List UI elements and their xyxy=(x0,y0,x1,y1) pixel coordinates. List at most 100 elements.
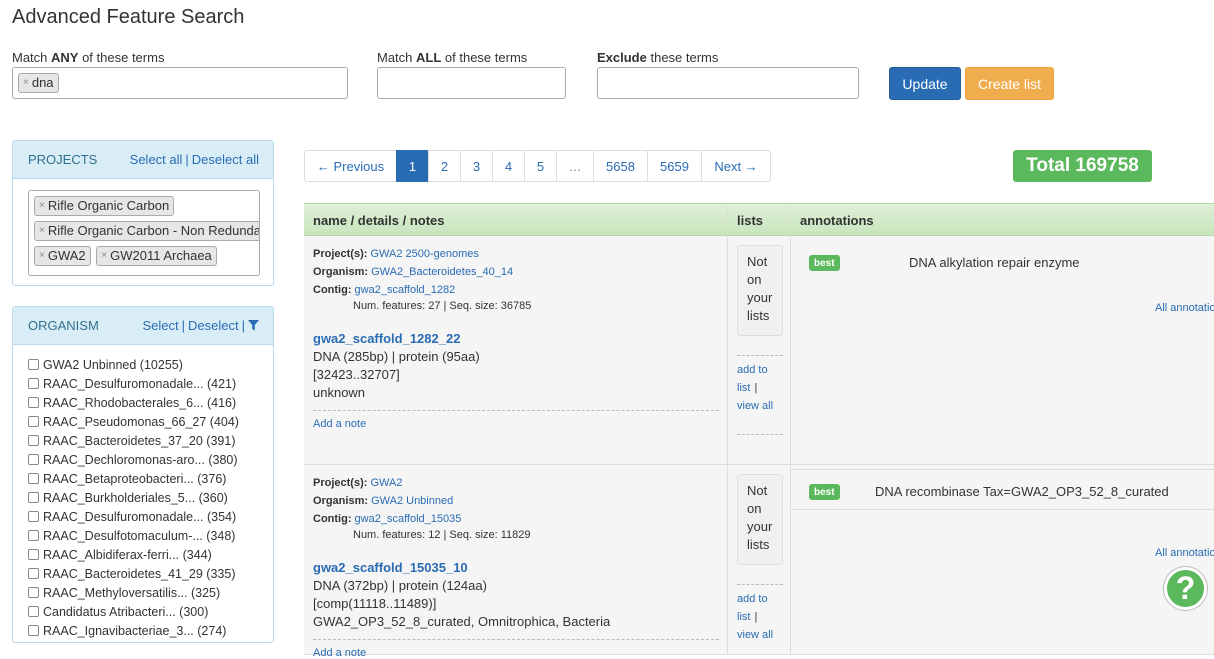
organism-panel-header: ORGANISM Select | Deselect | xyxy=(13,307,273,345)
tag-remove-icon[interactable]: × xyxy=(39,247,45,265)
table-row: Project(s): GWA2 2500-genomes Organism: … xyxy=(304,236,1214,465)
checkbox[interactable] xyxy=(28,473,39,484)
match-all-input[interactable] xyxy=(377,67,566,99)
feature-link[interactable]: gwa2_scaffold_1282_22 xyxy=(313,331,460,346)
organism-item[interactable]: RAAC_Desulfuromonadale... (421) xyxy=(28,374,268,393)
checkbox[interactable] xyxy=(28,492,39,503)
organism-item[interactable]: RAAC_Betaproteobacteri... (376) xyxy=(28,469,268,488)
help-button[interactable]: ? xyxy=(1164,567,1207,610)
best-badge: best xyxy=(809,484,840,500)
all-annotations-link[interactable]: All annotations xyxy=(1155,302,1214,314)
filter-icon[interactable] xyxy=(248,318,259,333)
organism-item[interactable]: Candidatus Atribacteri... (300) xyxy=(28,602,268,621)
annotation-text: DNA alkylation repair enzyme xyxy=(909,255,1080,270)
page-title: Advanced Feature Search xyxy=(12,6,245,28)
feature-link[interactable]: gwa2_scaffold_15035_10 xyxy=(313,560,468,575)
not-on-lists-badge: Not on your lists xyxy=(737,245,783,336)
pagination: ← Previous 1 2 3 4 5 … 5658 5659 Next → xyxy=(304,150,771,182)
organism-item[interactable]: RAAC_Burkholderiales_5... (360) xyxy=(28,488,268,507)
add-to-list-link[interactable]: add to xyxy=(737,593,768,605)
contig-info: Num. features: 12 | Seq. size: 11829 xyxy=(353,529,531,541)
organism-item[interactable]: RAAC_Rhodobacterales_6... (416) xyxy=(28,393,268,412)
checkbox[interactable] xyxy=(28,397,39,408)
organism-link[interactable]: GWA2 Unbinned xyxy=(371,495,453,507)
view-all-link[interactable]: view all xyxy=(737,629,773,641)
tag-remove-icon[interactable]: × xyxy=(23,74,29,92)
projects-title: PROJECTS xyxy=(28,152,98,167)
results-table: name / details / notes lists annotations… xyxy=(304,203,1214,659)
table-row: Project(s): GWA2 Organism: GWA2 Unbinned… xyxy=(304,465,1214,659)
organism-item[interactable]: RAAC_Ignavibacteriae_3... (274) xyxy=(28,621,268,640)
organism-item[interactable]: RAAC_Desulfuromonadale... (354) xyxy=(28,507,268,526)
tag-remove-icon[interactable]: × xyxy=(101,247,107,265)
page-button-3[interactable]: 3 xyxy=(460,150,493,182)
tag-remove-icon[interactable]: × xyxy=(39,197,45,215)
checkbox[interactable] xyxy=(28,378,39,389)
projects-panel: PROJECTS Select all | Deselect all × Rifle … xyxy=(12,140,274,286)
header-name: name / details / notes xyxy=(313,213,445,228)
add-note-link[interactable]: Add a note xyxy=(313,418,366,430)
previous-page-button[interactable]: ← Previous xyxy=(304,150,397,182)
organism-select[interactable]: Select xyxy=(143,318,179,333)
organism-item[interactable]: RAAC_Bacteroidetes_37_20 (391) xyxy=(28,431,268,450)
organism-item[interactable]: RAAC_Albidiferax-ferri... (344) xyxy=(28,545,268,564)
checkbox[interactable] xyxy=(28,530,39,541)
page-button-5659[interactable]: 5659 xyxy=(647,150,702,182)
page-button-4[interactable]: 4 xyxy=(492,150,525,182)
checkbox[interactable] xyxy=(28,568,39,579)
add-note-link[interactable]: Add a note xyxy=(313,647,366,659)
lists-cell: Not on your lists add to list | view all xyxy=(727,236,790,464)
projects-select[interactable]: × Rifle Organic Carbon × Rifle Organic Car… xyxy=(28,190,260,276)
exclude-input[interactable] xyxy=(597,67,859,99)
organism-item[interactable]: RAAC_Bacteroidetes_41_29 (335) xyxy=(28,564,268,583)
checkbox[interactable] xyxy=(28,587,39,598)
annotations-cell: best DNA recombinase Tax=GWA2_OP3_52_8_c… xyxy=(790,465,1214,654)
organism-item[interactable]: GWA2 Unbinned (10255) xyxy=(28,355,268,374)
taxonomy: unknown xyxy=(313,385,366,400)
header-lists: lists xyxy=(727,204,790,237)
contig-link[interactable]: gwa2_scaffold_15035 xyxy=(355,513,462,525)
update-button[interactable]: Update xyxy=(889,67,961,100)
next-page-button[interactable]: Next → xyxy=(701,150,771,182)
contig-info: Num. features: 27 | Seq. size: 36785 xyxy=(353,300,532,312)
contig-link[interactable]: gwa2_scaffold_1282 xyxy=(355,284,456,296)
all-annotations-link[interactable]: All annotations xyxy=(1155,547,1214,559)
page-button-5658[interactable]: 5658 xyxy=(593,150,648,182)
page-ellipsis: … xyxy=(556,150,594,182)
checkbox[interactable] xyxy=(28,511,39,522)
checkbox[interactable] xyxy=(28,416,39,427)
annotation-text: DNA recombinase Tax=GWA2_OP3_52_8_curate… xyxy=(875,484,1169,499)
page-button-2[interactable]: 2 xyxy=(428,150,461,182)
checkbox[interactable] xyxy=(28,435,39,446)
projects-panel-header: PROJECTS Select all | Deselect all xyxy=(13,141,273,179)
project-link[interactable]: GWA2 2500-genomes xyxy=(370,248,478,260)
checkbox[interactable] xyxy=(28,454,39,465)
projects-select-all[interactable]: Select all xyxy=(130,152,183,167)
divider xyxy=(737,584,783,585)
organism-title: ORGANISM xyxy=(28,318,99,333)
project-link[interactable]: GWA2 xyxy=(370,477,402,489)
not-on-lists-badge: Not on your lists xyxy=(737,474,783,565)
tag-remove-icon[interactable]: × xyxy=(39,222,45,240)
organism-item[interactable]: RAAC_Methyloversatilis... (325) xyxy=(28,583,268,602)
page-button-1[interactable]: 1 xyxy=(396,150,429,182)
organism-item[interactable]: RAAC_Desulfotomaculum-... (348) xyxy=(28,526,268,545)
match-any-input[interactable]: × dna xyxy=(12,67,348,99)
projects-deselect-all[interactable]: Deselect all xyxy=(192,152,259,167)
project-tag: × GWA2 xyxy=(34,246,91,266)
checkbox[interactable] xyxy=(28,625,39,636)
organism-deselect[interactable]: Deselect xyxy=(188,318,239,333)
add-to-list-link[interactable]: list xyxy=(737,382,750,394)
create-list-button[interactable]: Create list xyxy=(965,67,1054,100)
organism-link[interactable]: GWA2_Bacteroidetes_40_14 xyxy=(371,266,513,278)
checkbox[interactable] xyxy=(28,549,39,560)
annotations-cell: best DNA alkylation repair enzyme All an… xyxy=(790,236,1214,464)
organism-item[interactable]: RAAC_Dechloromonas-aro... (380) xyxy=(28,450,268,469)
add-to-list-link[interactable]: list xyxy=(737,611,750,623)
checkbox[interactable] xyxy=(28,606,39,617)
page-button-5[interactable]: 5 xyxy=(524,150,557,182)
add-to-list-link[interactable]: add to xyxy=(737,364,768,376)
checkbox[interactable] xyxy=(28,359,39,370)
view-all-link[interactable]: view all xyxy=(737,400,773,412)
organism-item[interactable]: RAAC_Pseudomonas_66_27 (404) xyxy=(28,412,268,431)
